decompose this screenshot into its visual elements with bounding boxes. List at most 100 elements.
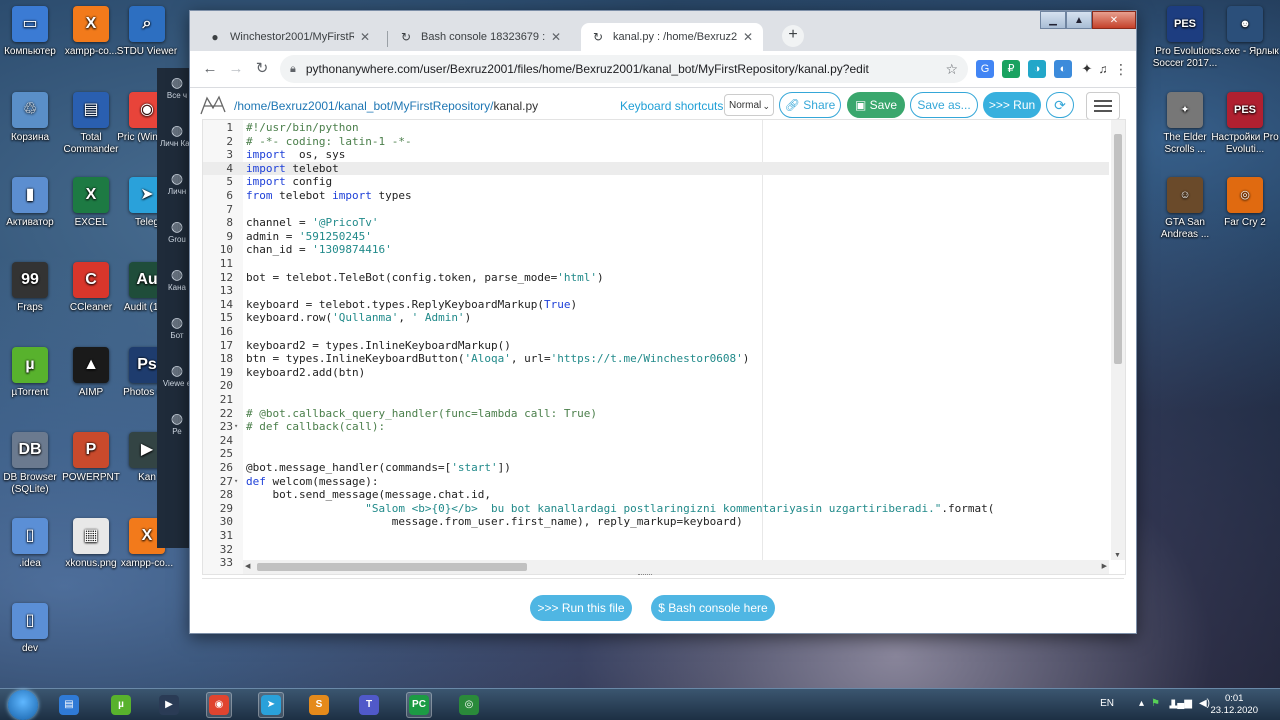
- code-line[interactable]: 32: [203, 543, 1109, 557]
- tab-kanal-py[interactable]: ↻ kanal.py : /home/Bexruz2001/kan ✕: [581, 23, 763, 51]
- tab-bash-console[interactable]: ↻ Bash console 18323679 : Bexruz2 ✕: [389, 23, 571, 51]
- code-line[interactable]: 11: [203, 257, 1109, 271]
- code-line[interactable]: 3 import os, sys: [203, 148, 1109, 162]
- code-line[interactable]: 1 #!/usr/bin/python: [203, 121, 1109, 135]
- extension-icon[interactable]: ◑: [1028, 60, 1046, 78]
- taskbar-utorrent-icon[interactable]: µ: [108, 692, 134, 718]
- code-line[interactable]: 6 from telebot import types: [203, 189, 1109, 203]
- code-line[interactable]: 21: [203, 393, 1109, 407]
- breadcrumb-kanal-bot[interactable]: kanal_bot/: [338, 99, 393, 113]
- code-line[interactable]: 16: [203, 325, 1109, 339]
- taskbar-teams-icon[interactable]: T: [356, 692, 382, 718]
- breadcrumb-repo[interactable]: MyFirstRepository/: [393, 99, 493, 113]
- start-button[interactable]: [8, 690, 38, 720]
- taskbar-media-player-icon[interactable]: ▶: [156, 692, 182, 718]
- extension-icon[interactable]: ₽: [1002, 60, 1020, 78]
- code-line[interactable]: 28 bot.send_message(message.chat.id,: [203, 488, 1109, 502]
- code-line[interactable]: 15 keyboard.row('Qullanma', ' Admin'): [203, 311, 1109, 325]
- code-line[interactable]: 26 @bot.message_handler(commands=['start'…: [203, 461, 1109, 475]
- taskbar-pycharm-icon[interactable]: PC: [406, 692, 432, 718]
- code-line[interactable]: 19 keyboard2.add(btn): [203, 366, 1109, 380]
- code-area[interactable]: 1 #!/usr/bin/python 2 # -*- coding: latin-1…: [203, 120, 1109, 569]
- scroll-down-arrow-icon[interactable]: ▼: [1114, 552, 1121, 559]
- volume-icon[interactable]: ◀): [1199, 698, 1210, 709]
- clock[interactable]: 0:01 23.12.2020: [1210, 693, 1258, 717]
- app-icon: DB: [12, 432, 48, 468]
- extension-icon[interactable]: ◐: [1054, 60, 1072, 78]
- code-line[interactable]: 4 import telebot: [203, 161, 1109, 176]
- hamburger-menu-icon[interactable]: [1086, 92, 1120, 120]
- keyboard-mode-select[interactable]: Normal ⌄: [724, 94, 774, 116]
- flag-icon[interactable]: ⚑: [1151, 698, 1160, 709]
- bash-console-here-button[interactable]: $ Bash console here: [651, 595, 775, 621]
- taskbar-sublime-icon[interactable]: S: [306, 692, 332, 718]
- desktop-icon[interactable]: ☻ cs.exe - Ярлык: [1210, 6, 1280, 58]
- desktop-icon[interactable]: PES Настройки Pro Evoluti...: [1210, 92, 1280, 156]
- save-as-button[interactable]: Save as...: [910, 92, 978, 118]
- code-line[interactable]: 7: [203, 203, 1109, 217]
- run-button[interactable]: >>> Run: [983, 92, 1041, 118]
- address-bar[interactable]: 🔒︎ pythonanywhere.com/user/Bexruz2001/fi…: [280, 55, 968, 83]
- code-line[interactable]: 29 "Salom <b>{0}</b> bu bot kanallardagi…: [203, 502, 1109, 516]
- code-line[interactable]: 20: [203, 379, 1109, 393]
- horizontal-scroll-thumb[interactable]: [257, 563, 527, 571]
- fold-arrow-icon[interactable]: ▾: [234, 420, 238, 434]
- vertical-scrollbar[interactable]: ▼: [1111, 120, 1125, 560]
- code-line[interactable]: 31: [203, 529, 1109, 543]
- taskbar: ▤ µ ▶ ◉ ➤ S T PC ◎ EN ▴ ⚑ ▮ ▂▄▆ ◀) 0:01 23.12.20…: [0, 688, 1280, 720]
- taskbar-telegram-icon[interactable]: ➤: [258, 692, 284, 718]
- tray-arrow-icon[interactable]: ▴: [1139, 698, 1144, 709]
- code-token: # -*- coding: latin-1 -*-: [246, 134, 412, 148]
- horizontal-scrollbar[interactable]: ◀ ▶: [243, 560, 1109, 574]
- breadcrumb-home[interactable]: /home/: [234, 99, 271, 113]
- code-line[interactable]: 22 # @bot.callback_query_handler(func=lam…: [203, 407, 1109, 421]
- code-line[interactable]: 2 # -*- coding: latin-1 -*-: [203, 135, 1109, 149]
- code-line[interactable]: 12 bot = telebot.TeleBot(config.token, pa…: [203, 271, 1109, 285]
- reload-icon[interactable]: ↻: [250, 57, 274, 81]
- chrome-menu-icon[interactable]: ⋮: [1112, 60, 1130, 78]
- back-arrow-icon[interactable]: ←: [198, 57, 222, 81]
- save-button[interactable]: ▣ Save: [847, 92, 905, 118]
- language-indicator[interactable]: EN: [1100, 698, 1114, 709]
- scroll-right-arrow-icon[interactable]: ▶: [1102, 562, 1107, 570]
- code-line[interactable]: 13: [203, 284, 1109, 298]
- taskbar-explorer-icon[interactable]: ▤: [56, 692, 82, 718]
- vertical-scroll-thumb[interactable]: [1114, 134, 1122, 364]
- scroll-left-arrow-icon[interactable]: ◀: [245, 562, 250, 570]
- code-line[interactable]: 18 btn = types.InlineKeyboardButton('Aloq…: [203, 352, 1109, 366]
- share-button[interactable]: 🔗︎ Share: [779, 92, 841, 118]
- bookmark-star-icon[interactable]: ☆: [945, 61, 958, 78]
- code-line[interactable]: 17 keyboard2 = types.InlineKeyboardMarkup…: [203, 339, 1109, 353]
- pythonanywhere-logo-icon[interactable]: [198, 94, 228, 116]
- close-tab-icon[interactable]: ✕: [743, 30, 753, 44]
- code-line[interactable]: 23 ▾ # def callback(call):: [203, 420, 1109, 434]
- tab-github[interactable]: ● Winchestor2001/MyFirstReposito ✕: [198, 23, 380, 51]
- code-line[interactable]: 8 channel = '@PricoTv': [203, 216, 1109, 230]
- breadcrumb-user[interactable]: Bexruz2001/: [271, 99, 338, 113]
- taskbar-app-icon[interactable]: ◎: [456, 692, 482, 718]
- run-this-file-button[interactable]: >>> Run this file: [530, 595, 632, 621]
- code-line[interactable]: 5 import config: [203, 175, 1109, 189]
- media-extension-icon[interactable]: ♫: [1094, 60, 1112, 78]
- reload-icon[interactable]: ⟳: [1046, 92, 1074, 118]
- line-number: 27: [219, 474, 233, 488]
- fold-arrow-icon[interactable]: ▾: [234, 475, 238, 489]
- close-tab-icon[interactable]: ✕: [551, 30, 561, 44]
- forward-arrow-icon[interactable]: →: [224, 57, 248, 81]
- code-line[interactable]: 27 ▾ def welcom(message):: [203, 475, 1109, 489]
- code-line[interactable]: 14 keyboard = telebot.types.ReplyKeyboard…: [203, 298, 1109, 312]
- code-line[interactable]: 9 admin = '591250245': [203, 230, 1109, 244]
- signal-icon[interactable]: ▂▄▆: [1170, 698, 1192, 709]
- desktop-icon[interactable]: ▯ dev: [0, 603, 65, 655]
- translate-extension-icon[interactable]: G: [976, 60, 994, 78]
- new-tab-button[interactable]: +: [782, 25, 804, 47]
- desktop-icon[interactable]: ◎ Far Cry 2: [1210, 177, 1280, 229]
- close-tab-icon[interactable]: ✕: [360, 30, 370, 44]
- code-line[interactable]: 10 chan_id = '1309874416': [203, 243, 1109, 257]
- code-line[interactable]: 25: [203, 447, 1109, 461]
- taskbar-chrome-icon[interactable]: ◉: [206, 692, 232, 718]
- desktop-icon[interactable]: ⌕ STDU Viewer: [112, 6, 182, 58]
- code-line[interactable]: 30 message.from_user.first_name), reply_…: [203, 515, 1109, 529]
- code-line[interactable]: 24: [203, 434, 1109, 448]
- code-editor[interactable]: 1 #!/usr/bin/python 2 # -*- coding: latin-1…: [202, 119, 1126, 575]
